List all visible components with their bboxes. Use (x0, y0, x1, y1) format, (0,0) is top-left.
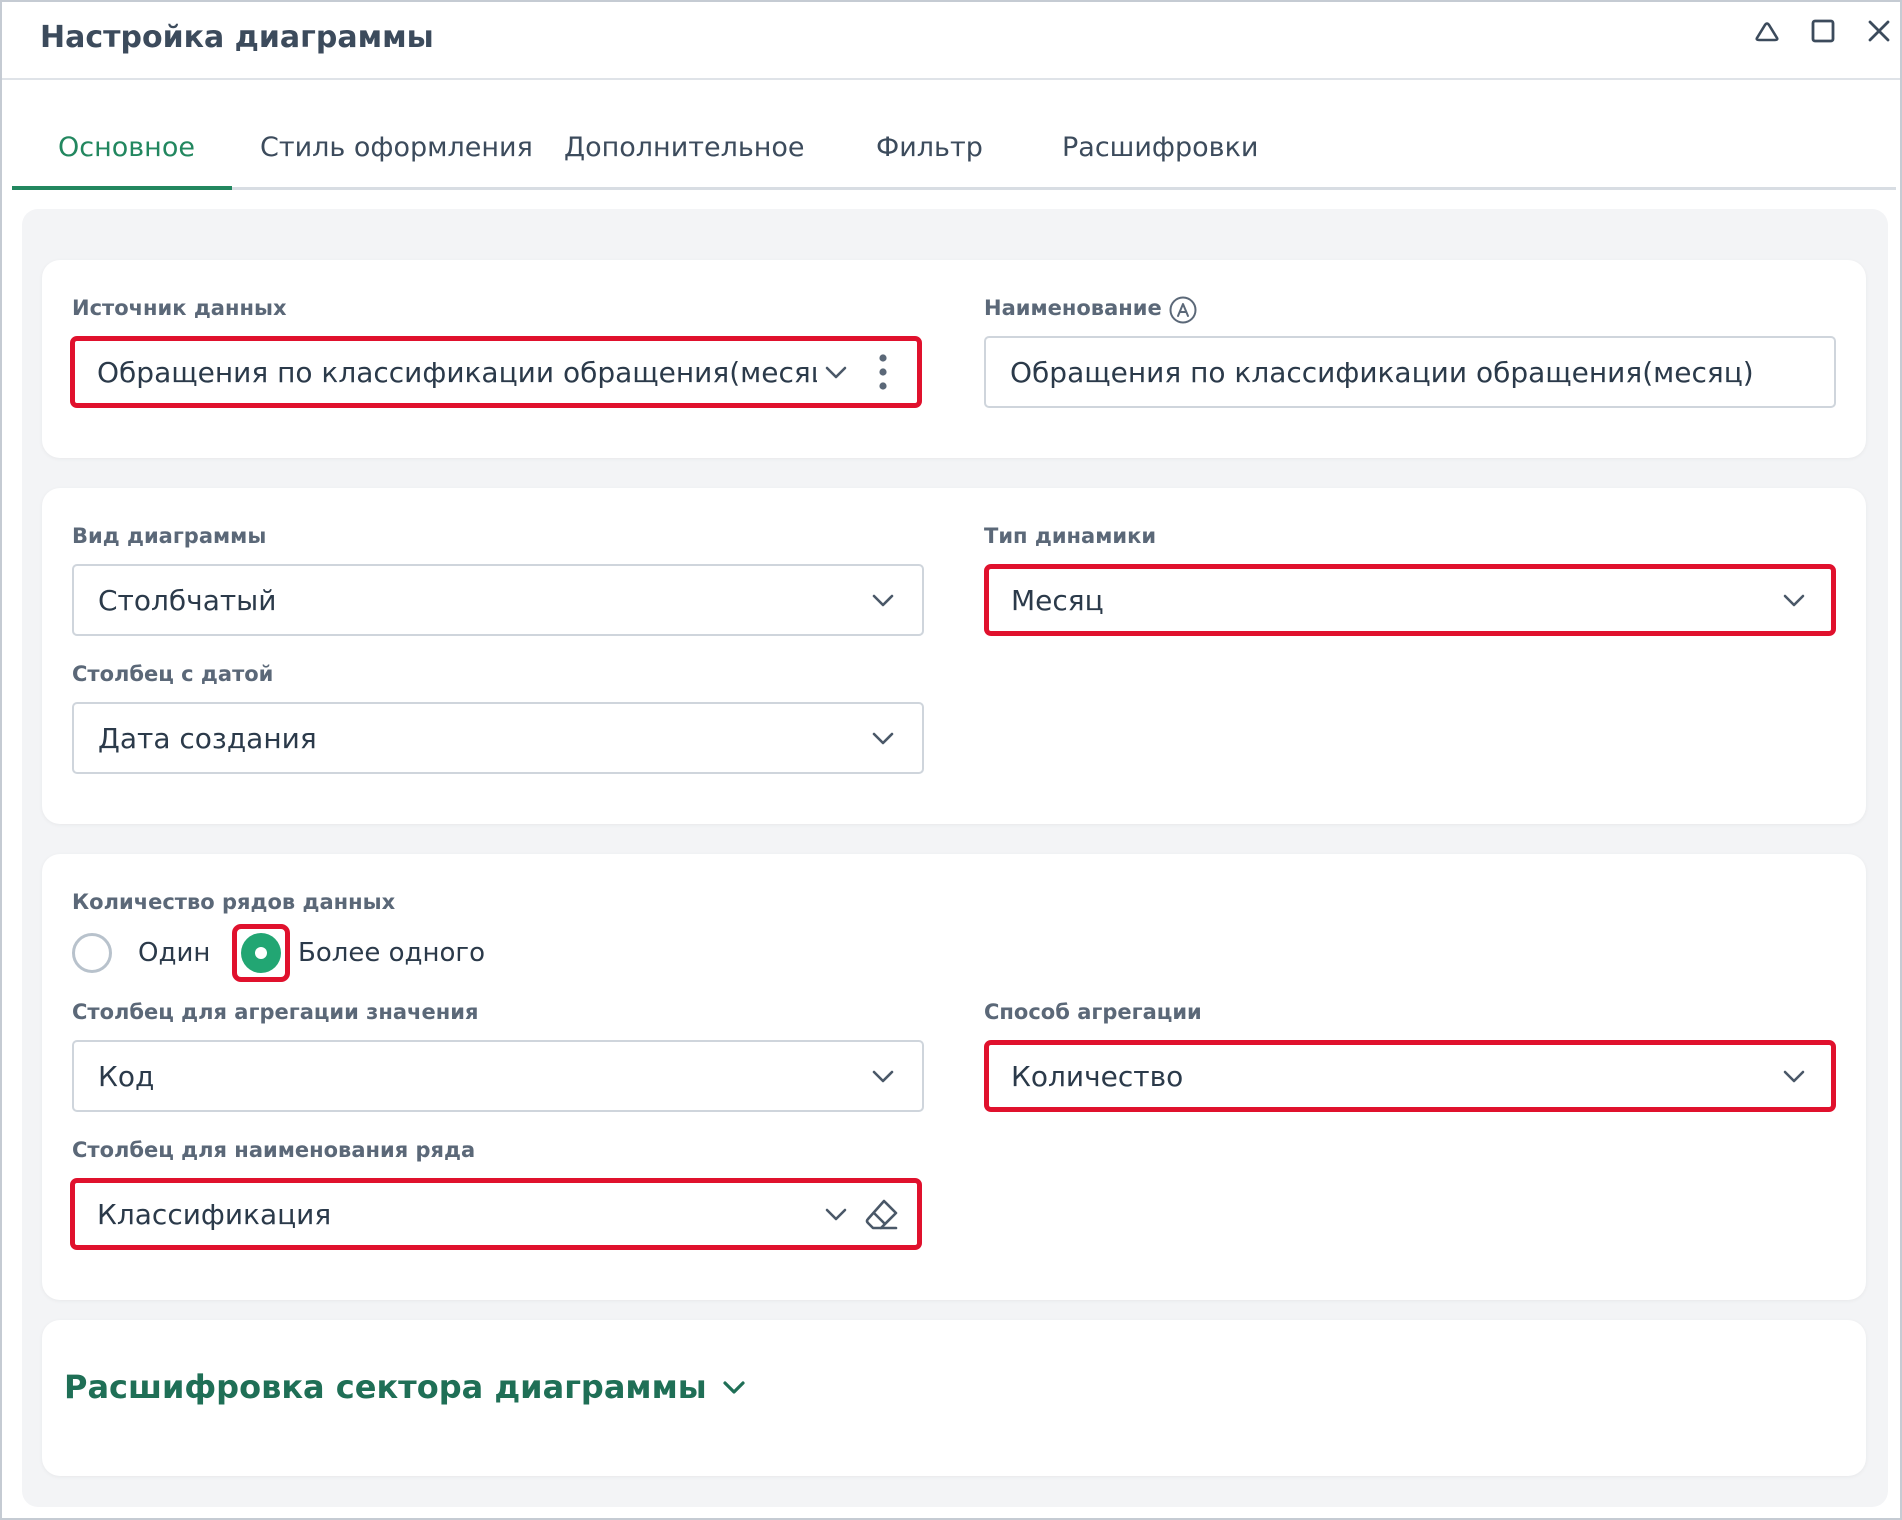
chevron-down-icon (723, 1381, 745, 1394)
maximize-button[interactable] (1804, 12, 1842, 50)
radio-option-many[interactable]: Более одного (232, 924, 485, 982)
agg-method-label: Способ агрегации (984, 1000, 1202, 1024)
chevron-down-icon[interactable] (868, 1061, 898, 1091)
series-name-label: Столбец для наименования ряда (72, 1138, 476, 1162)
radio-selected-indicator (241, 933, 281, 973)
name-label: Наименование (984, 296, 1162, 320)
date-column-value: Дата создания (98, 721, 317, 755)
radio-many-label[interactable]: Более одного (298, 938, 485, 968)
series-count-label: Количество рядов данных (72, 890, 396, 914)
radio-one-label[interactable]: Один (138, 938, 210, 968)
chevron-down-icon[interactable] (868, 723, 898, 753)
drilldown-section-toggle[interactable]: Расшифровка сектора диаграммы (64, 1368, 749, 1406)
chart-kind-label: Вид диаграммы (72, 524, 267, 548)
agg-column-select[interactable]: Код (72, 1040, 924, 1112)
tab-bar: Основное Стиль оформления Дополнительное… (12, 114, 1896, 190)
more-options-icon[interactable] (877, 352, 889, 392)
chart-settings-window: Настройка диаграммы Основное Стиль оформ… (0, 0, 1902, 1520)
close-icon (1868, 20, 1890, 42)
name-value: Обращения по классификации обращения(мес… (1010, 355, 1754, 389)
agg-method-value: Количество (1011, 1059, 1184, 1093)
dynamics-value: Месяц (1011, 583, 1104, 617)
series-name-select[interactable]: Классификация (70, 1178, 922, 1250)
chevron-down-icon[interactable] (821, 357, 851, 387)
chart-kind-select[interactable]: Столбчатый (72, 564, 924, 636)
data-source-value: Обращения по классификации обращения(мес… (97, 355, 817, 389)
chart-kind-value: Столбчатый (98, 583, 277, 617)
active-tab-indicator (12, 186, 232, 190)
chevron-down-icon[interactable] (1779, 1061, 1809, 1091)
date-column-label: Столбец с датой (72, 662, 274, 686)
data-source-select[interactable]: Обращения по классификации обращения(мес… (70, 336, 922, 408)
chevron-down-icon[interactable] (868, 585, 898, 615)
data-source-label: Источник данных (72, 296, 287, 320)
series-name-value: Классификация (97, 1197, 332, 1231)
tab-filter[interactable]: Фильтр (876, 132, 983, 190)
radio-one-button[interactable] (72, 933, 112, 973)
eraser-icon[interactable] (863, 1195, 901, 1233)
window-title: Настройка диаграммы (40, 20, 434, 55)
minimize-icon (1755, 22, 1779, 42)
tab-main[interactable]: Основное (58, 132, 195, 190)
radio-many-button[interactable] (232, 924, 290, 982)
close-button[interactable] (1860, 12, 1898, 50)
chevron-down-icon[interactable] (1779, 585, 1809, 615)
dynamics-label: Тип динамики (984, 524, 1157, 548)
agg-column-value: Код (98, 1059, 155, 1093)
chevron-down-icon[interactable] (821, 1199, 851, 1229)
tab-additional[interactable]: Дополнительное (564, 132, 805, 190)
name-input[interactable]: Обращения по классификации обращения(мес… (984, 336, 1836, 408)
tab-style[interactable]: Стиль оформления (260, 132, 533, 190)
radio-option-one[interactable]: Один (72, 933, 210, 973)
auto-name-icon (1169, 296, 1197, 324)
maximize-icon (1811, 19, 1835, 43)
dynamics-select[interactable]: Месяц (984, 564, 1836, 636)
minimize-button[interactable] (1748, 12, 1786, 50)
drilldown-section-title: Расшифровка сектора диаграммы (64, 1368, 707, 1406)
agg-column-label: Столбец для агрегации значения (72, 1000, 479, 1024)
window-titlebar: Настройка диаграммы (2, 2, 1900, 80)
tab-drilldowns[interactable]: Расшифровки (1062, 132, 1258, 190)
agg-method-select[interactable]: Количество (984, 1040, 1836, 1112)
date-column-select[interactable]: Дата создания (72, 702, 924, 774)
